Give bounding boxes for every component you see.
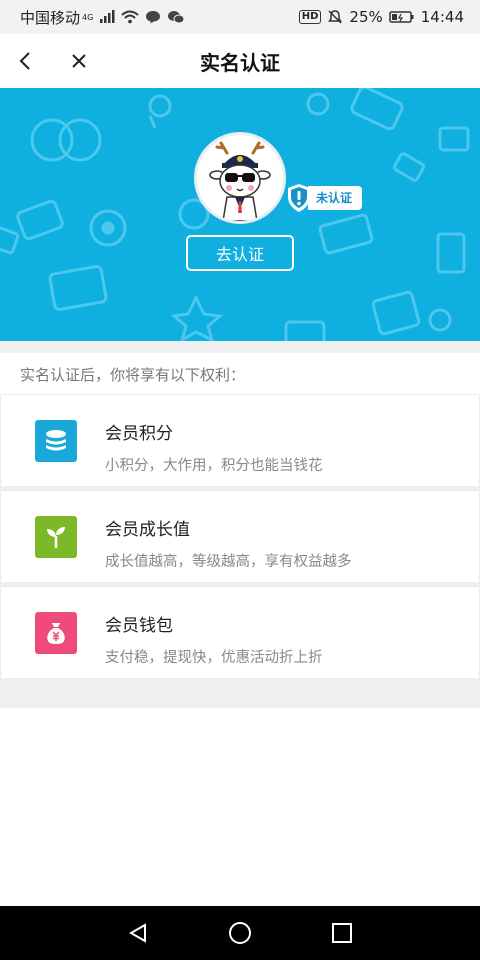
circle-home-icon (229, 922, 251, 944)
avatar (194, 132, 286, 224)
status-bar: 中国移动 4G HD 25% 14:44 (0, 0, 480, 34)
benefit-title: 会员钱包 (105, 616, 173, 636)
money-bag-icon (35, 611, 77, 654)
nav-home-button[interactable] (225, 918, 255, 948)
battery-percent: 25% (349, 8, 383, 26)
benefit-wallet[interactable]: 会员钱包 支付稳，提现快，优惠活动折上折 (0, 586, 480, 679)
status-label: 未认证 (308, 186, 363, 210)
benefit-title: 会员积分 (105, 424, 173, 444)
benefit-description: 支付稳，提现快，优惠活动折上折 (105, 650, 323, 666)
benefit-title: 会员成长值 (105, 520, 190, 540)
signal-icon (100, 10, 115, 23)
square-recents-icon (332, 923, 352, 943)
battery-icon (389, 11, 414, 23)
status-badge: 未认证 (286, 184, 363, 212)
nav-recents-button[interactable] (327, 918, 357, 948)
network-type: 4G (82, 12, 94, 22)
wechat-icon (168, 11, 185, 24)
coins-icon (35, 419, 77, 462)
section-divider (0, 341, 480, 353)
benefits-list: 会员积分 小积分，大作用，积分也能当钱花 会员成长值 成长值越高，等级越高，享有… (0, 394, 480, 708)
title-bar: 实名认证 (0, 34, 480, 88)
benefits-intro: 实名认证后，你将享有以下权利： (20, 366, 246, 384)
hd-badge: HD (298, 10, 322, 24)
close-icon (72, 54, 86, 68)
triangle-back-icon (128, 923, 146, 943)
deer-mascot-icon (209, 141, 271, 221)
page-title: 实名认证 (200, 50, 280, 75)
chevron-left-icon (19, 52, 30, 70)
benefit-description: 小积分，大作用，积分也能当钱花 (105, 458, 323, 474)
sprout-icon (35, 515, 77, 558)
nav-back-button[interactable] (123, 918, 153, 948)
carrier-name: 中国移动 (20, 8, 81, 27)
back-button[interactable] (10, 46, 40, 76)
close-button[interactable] (64, 46, 94, 76)
clock: 14:44 (420, 8, 464, 26)
benefit-growth[interactable]: 会员成长值 成长值越高，等级越高，享有权益越多 (0, 490, 480, 583)
benefit-description: 成长值越高，等级越高，享有权益越多 (105, 554, 352, 570)
wifi-icon (121, 10, 139, 24)
verify-button[interactable]: 去认证 (186, 235, 294, 271)
system-navigation-bar (0, 906, 480, 960)
verification-banner: 未认证 去认证 (0, 88, 480, 341)
message-icon (146, 11, 161, 24)
mute-icon (328, 10, 343, 24)
benefit-points[interactable]: 会员积分 小积分，大作用，积分也能当钱花 (0, 394, 480, 487)
